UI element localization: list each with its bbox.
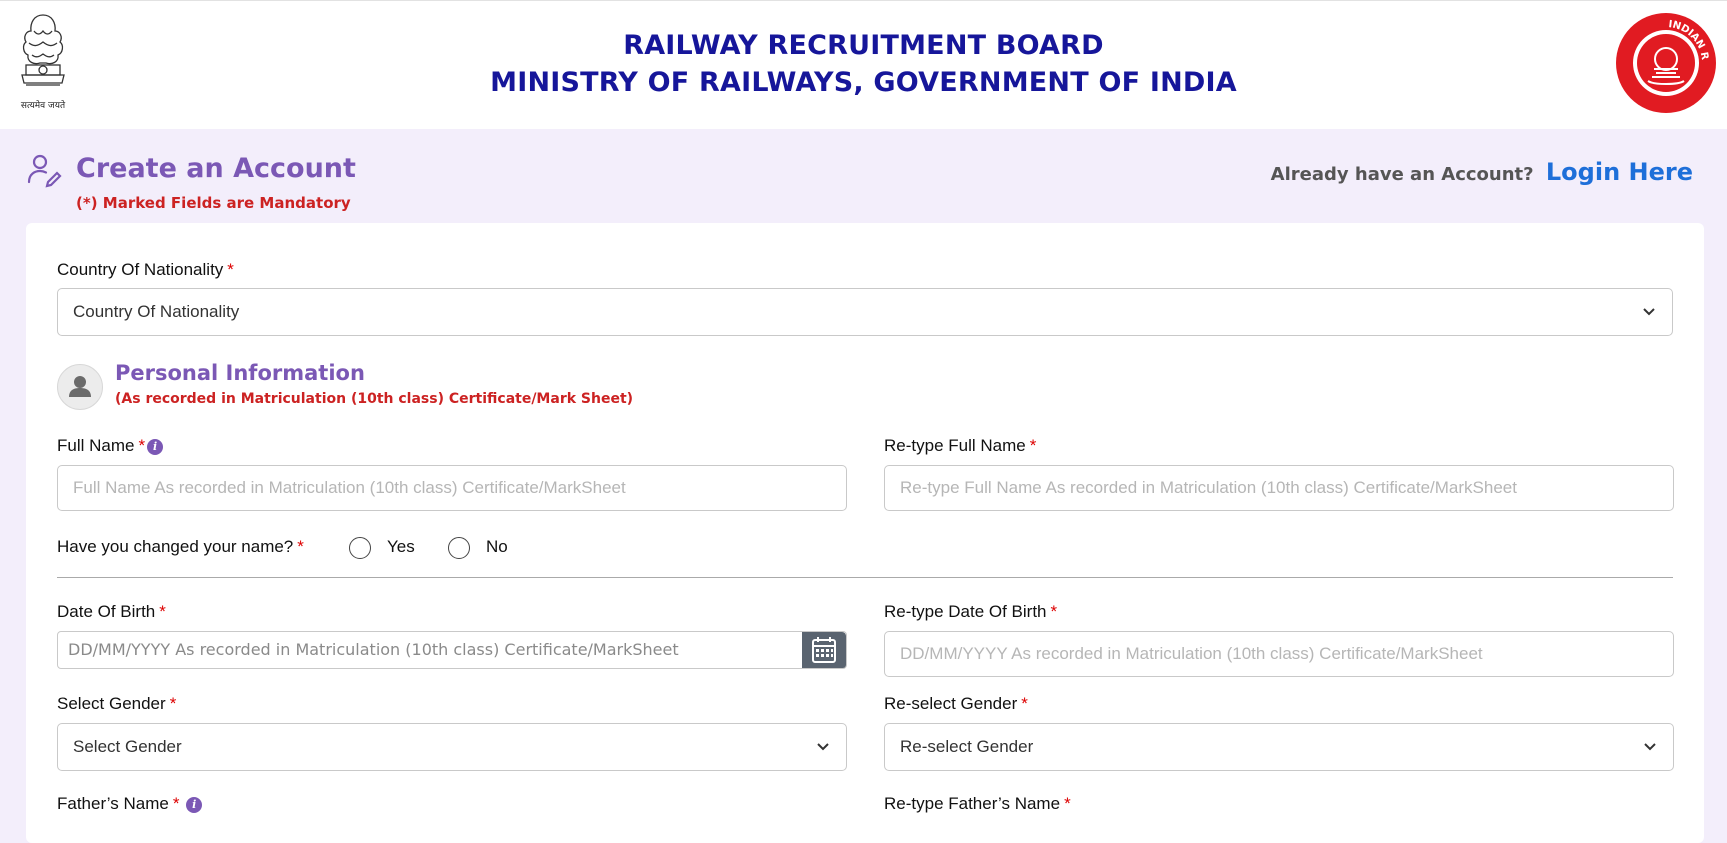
nationality-label: Country Of Nationality * (57, 260, 234, 280)
site-header: सत्यमेव जयते RAILWAY RECRUITMENT BOARD M… (0, 0, 1727, 129)
page-title: RAILWAY RECRUITMENT BOARD MINISTRY OF RA… (0, 27, 1727, 101)
retype-full-name-label-text: Re-type Full Name (884, 436, 1026, 455)
info-icon[interactable]: i (147, 438, 164, 455)
father-name-label-text: Father’s Name (57, 794, 169, 813)
required-mark: * (1064, 794, 1071, 813)
login-prompt: Already have an Account? Login Here (1271, 158, 1693, 186)
nationality-select-value: Country Of Nationality (73, 302, 240, 321)
required-mark: * (1021, 694, 1028, 713)
retype-dob-label-text: Re-type Date Of Birth (884, 602, 1047, 621)
dob-input[interactable]: DD/MM/YYYY As recorded in Matriculation … (57, 631, 847, 669)
indian-railways-logo: INDIAN RAILWAYS (1609, 3, 1718, 115)
retype-full-name-label: Re-type Full Name * (884, 436, 1036, 456)
name-changed-no-radio[interactable] (448, 537, 470, 559)
full-name-input[interactable]: Full Name As recorded in Matriculation (… (57, 465, 847, 511)
chevron-down-icon (1644, 743, 1656, 751)
name-changed-yes-label[interactable]: Yes (387, 537, 415, 557)
retype-father-name-label-text: Re-type Father’s Name (884, 794, 1061, 813)
create-account-title: Create an Account (76, 153, 356, 184)
regender-select-value: Re-select Gender (900, 737, 1034, 756)
gender-label-text: Select Gender (57, 694, 166, 713)
nationality-select[interactable]: Country Of Nationality (57, 288, 1673, 336)
regender-select[interactable]: Re-select Gender (884, 723, 1674, 771)
retype-dob-label: Re-type Date Of Birth * (884, 602, 1057, 622)
father-name-label: Father’s Name * i (57, 794, 203, 814)
person-icon (57, 364, 103, 410)
regender-label: Re-select Gender * (884, 694, 1028, 714)
required-mark: * (159, 602, 166, 621)
retype-full-name-input[interactable]: Re-type Full Name As recorded in Matricu… (884, 465, 1674, 511)
nationality-label-text: Country Of Nationality (57, 260, 224, 279)
dob-placeholder: DD/MM/YYYY As recorded in Matriculation … (68, 640, 679, 659)
gender-select[interactable]: Select Gender (57, 723, 847, 771)
full-name-label-text: Full Name (57, 436, 135, 455)
name-changed-no-label[interactable]: No (486, 537, 508, 557)
required-mark: * (297, 537, 304, 556)
retype-dob-input[interactable]: DD/MM/YYYY As recorded in Matriculation … (884, 631, 1674, 677)
already-account-text: Already have an Account? (1270, 164, 1534, 185)
info-icon[interactable]: i (186, 796, 203, 813)
calendar-button[interactable] (802, 632, 846, 668)
chevron-down-icon (817, 743, 829, 751)
calendar-icon (812, 637, 836, 663)
chevron-down-icon (1643, 308, 1655, 316)
required-mark: * (1029, 436, 1037, 455)
title-line-2: MINISTRY OF RAILWAYS, GOVERNMENT OF INDI… (490, 67, 1237, 98)
title-line-1: RAILWAY RECRUITMENT BOARD (623, 30, 1104, 61)
required-mark: * (1050, 602, 1058, 621)
login-link[interactable]: Login Here (1546, 158, 1693, 186)
full-name-label: Full Name * i (57, 436, 164, 456)
personal-info-title: Personal Information (115, 361, 365, 385)
add-user-icon (26, 152, 62, 188)
gender-label: Select Gender * (57, 694, 176, 714)
required-mark: * (169, 694, 177, 713)
gender-select-value: Select Gender (73, 737, 182, 756)
registration-form-card: Country Of Nationality * Country Of Natio… (26, 223, 1704, 843)
required-mark: * (138, 436, 146, 455)
retype-father-name-label: Re-type Father’s Name * (884, 794, 1071, 814)
regender-label-text: Re-select Gender (884, 694, 1018, 713)
required-mark: * (227, 260, 234, 279)
name-changed-label: Have you changed your name? * (57, 537, 304, 557)
mandatory-note: (*) Marked Fields are Mandatory (76, 194, 351, 212)
personal-info-subtitle: (As recorded in Matriculation (10th clas… (115, 391, 634, 407)
section-divider (57, 577, 1673, 578)
name-changed-yes-radio[interactable] (349, 537, 371, 559)
required-mark: * (172, 794, 180, 813)
dob-label: Date Of Birth * (57, 602, 166, 622)
dob-label-text: Date Of Birth (57, 602, 156, 621)
name-changed-label-text: Have you changed your name? (57, 537, 294, 556)
